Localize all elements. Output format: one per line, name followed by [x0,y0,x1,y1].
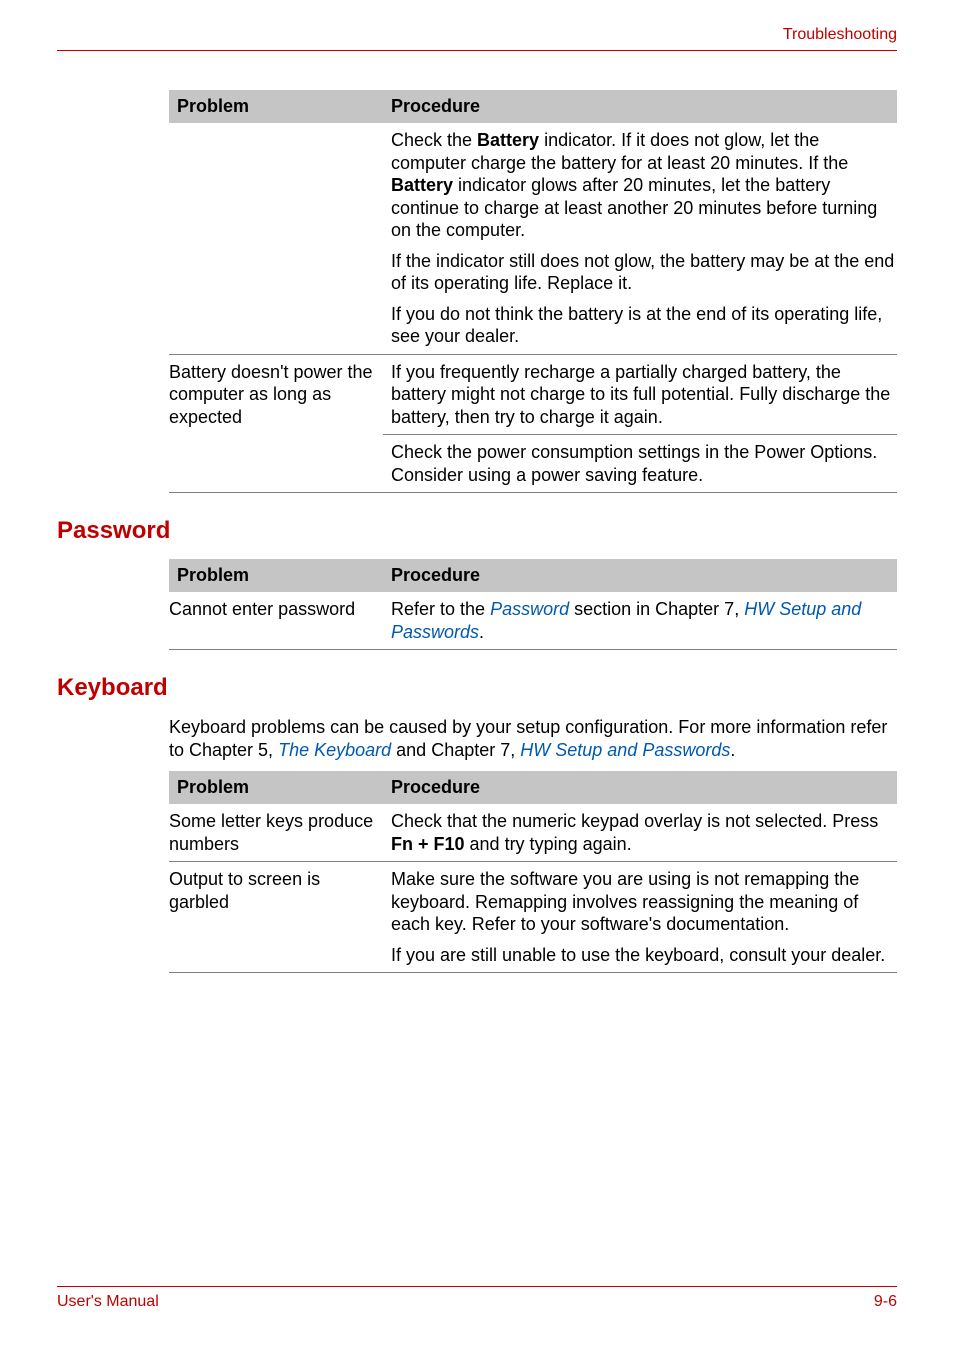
troubleshooting-table-battery: Problem Procedure Check the Battery indi… [169,90,897,493]
table-header-row: Problem Procedure [169,771,897,804]
col-header-problem: Problem [169,90,383,123]
section-heading-password: Password [57,517,897,545]
problem-cell: Battery doesn't power the computer as lo… [169,355,383,435]
procedure-paragraph: If the indicator still does not glow, th… [391,250,897,295]
problem-cell: Some letter keys produce numbers [169,804,383,861]
row-separator [169,972,897,973]
procedure-cell: Check that the numeric keypad overlay is… [383,804,897,861]
text-run: section in Chapter 7, [569,599,744,619]
separator-row [169,492,897,493]
footer-rule [57,1286,897,1287]
footer-left: User's Manual [57,1293,159,1311]
procedure-cell: Check the Battery indicator. If it does … [383,123,897,354]
separator-row [169,972,897,973]
text-run: Check the [391,130,477,150]
bold-text: Fn + F10 [391,834,465,854]
col-header-problem: Problem [169,771,383,804]
col-header-procedure: Procedure [383,771,897,804]
table-row: Check the power consumption settings in … [169,435,897,492]
table-header-row: Problem Procedure [169,90,897,123]
bold-text: Battery [391,175,453,195]
text-run: . [730,740,735,760]
table-row: Check the Battery indicator. If it does … [169,123,897,354]
text-run: and Chapter 7, [391,740,520,760]
col-header-problem: Problem [169,559,383,592]
col-header-procedure: Procedure [383,559,897,592]
section-heading-keyboard: Keyboard [57,674,897,702]
header-rule [57,50,897,51]
procedure-cell: Make sure the software you are using is … [383,862,897,972]
page-footer: User's Manual 9-6 [57,1286,897,1311]
text-run: Refer to the [391,599,490,619]
link-password-section[interactable]: Password [490,599,569,619]
table-row: Some letter keys produce numbers Check t… [169,804,897,861]
table-row: Cannot enter password Refer to the Passw… [169,592,897,649]
problem-cell: Output to screen is garbled [169,862,383,972]
link-the-keyboard[interactable]: The Keyboard [278,740,391,760]
col-header-procedure: Procedure [383,90,897,123]
problem-cell [169,435,383,492]
page-header-section: Troubleshooting [783,26,897,44]
procedure-cell: Check the power consumption settings in … [383,435,897,492]
separator-row [169,649,897,650]
problem-cell: Cannot enter password [169,592,383,649]
procedure-paragraph: If you do not think the battery is at th… [391,303,897,348]
keyboard-intro-paragraph: Keyboard problems can be caused by your … [169,716,897,761]
procedure-cell: Refer to the Password section in Chapter… [383,592,897,649]
troubleshooting-table-keyboard: Problem Procedure Some letter keys produ… [169,771,897,973]
table-row: Output to screen is garbled Make sure th… [169,862,897,972]
problem-cell [169,123,383,354]
procedure-paragraph: If you are still unable to use the keybo… [391,944,897,967]
bold-text: Battery [477,130,539,150]
footer-page-number: 9-6 [874,1293,897,1311]
text-run: . [479,622,484,642]
text-run: and try typing again. [465,834,632,854]
procedure-paragraph: Make sure the software you are using is … [391,868,897,936]
link-hw-setup-passwords[interactable]: HW Setup and Passwords [520,740,730,760]
page-content: Problem Procedure Check the Battery indi… [57,90,897,973]
table-header-row: Problem Procedure [169,559,897,592]
text-run: Check that the numeric keypad overlay is… [391,811,878,831]
procedure-cell: If you frequently recharge a partially c… [383,355,897,435]
procedure-paragraph: Check the Battery indicator. If it does … [391,129,897,242]
row-separator [169,649,897,650]
text-run: indicator glows after 20 minutes, let th… [391,175,877,240]
table-row: Battery doesn't power the computer as lo… [169,355,897,435]
row-separator [169,492,897,493]
troubleshooting-table-password: Problem Procedure Cannot enter password … [169,559,897,650]
